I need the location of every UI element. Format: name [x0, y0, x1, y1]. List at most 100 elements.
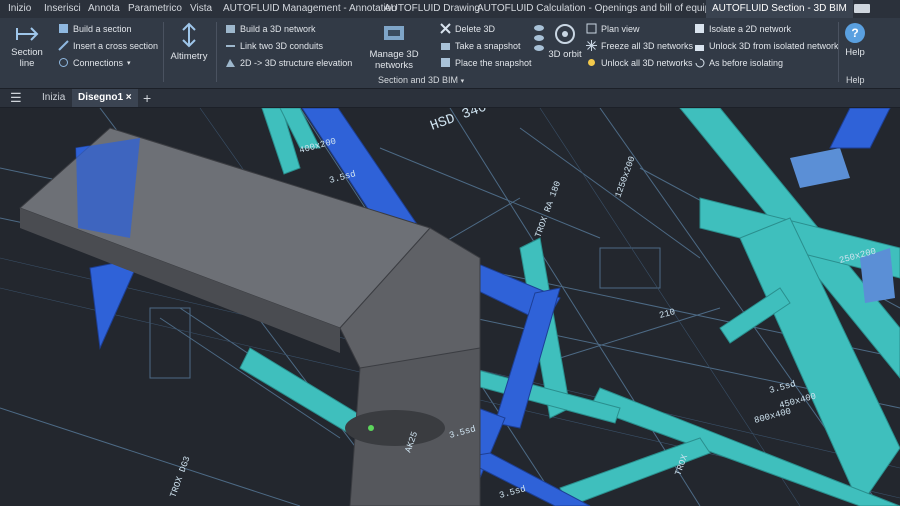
unlock-from-isolated-label: Unlock 3D from isolated network [709, 40, 839, 51]
delete-3d-label: Delete 3D [455, 23, 496, 34]
structure-elevation-button[interactable]: 2D -> 3D structure elevation [225, 57, 352, 68]
menu-tab-calculation[interactable]: AUTOFLUID Calculation - Openings and bil… [477, 0, 738, 18]
menu-tab-drawing[interactable]: AUTOFLUID Drawing [384, 0, 480, 18]
manage-3d-networks-button[interactable]: Manage 3D networks [352, 22, 436, 71]
help-label: Help [845, 47, 865, 58]
cross-section-icon [58, 40, 69, 51]
workspace-switch-icon[interactable] [854, 4, 870, 13]
menu-tab-annota[interactable]: Annota [88, 0, 120, 18]
connections-icon [59, 58, 68, 67]
label-number-210: 210 [658, 307, 676, 321]
insert-cross-section-button[interactable]: Insert a cross section [58, 40, 158, 51]
group-label-help: Help [846, 75, 865, 85]
delete-3d-button[interactable]: Delete 3D [440, 23, 495, 34]
section-line-button[interactable]: Section line [4, 24, 50, 69]
layers-icon [534, 25, 544, 51]
connections-label: Connections [73, 57, 124, 68]
unlock-all-label: Unlock all 3D networks [601, 57, 693, 68]
structure-elevation-label: 2D -> 3D structure elevation [240, 57, 353, 68]
ribbon-panel: Section line Build a section Insert a cr… [0, 18, 900, 89]
drawing-svg: HSD 340 3.5sd 3.5sd 3.5sd 3.5sd 210 250x… [0, 108, 900, 506]
insert-cross-section-label: Insert a cross section [73, 40, 159, 51]
snowflake-icon [586, 40, 597, 51]
isolate-icon [695, 24, 704, 33]
build-section-icon [59, 24, 68, 33]
menu-tab-inserisci[interactable]: Inserisci [44, 0, 81, 18]
unlock-from-isolated-button[interactable]: Unlock 3D from isolated network [694, 40, 839, 51]
altimetry-label: Altimetry [170, 51, 208, 62]
label-trox-ra: TROX RA 180 [533, 180, 563, 239]
as-before-isolating-button[interactable]: As before isolating [694, 57, 783, 68]
menu-tab-section-bim[interactable]: AUTOFLUID Section - 3D BIM [706, 0, 853, 18]
restore-icon [695, 58, 705, 68]
label-dim-800x400: 800x400 [753, 406, 792, 425]
ribbon-separator [838, 22, 839, 82]
section-line-label: Section line [11, 47, 43, 69]
chevron-down-icon: ▾ [127, 59, 131, 67]
label-ssd-4: 3.5sd [498, 484, 527, 501]
3d-orbit-button[interactable]: 3D orbit [548, 22, 582, 60]
ribbon-separator [216, 22, 217, 82]
unlock-all-button[interactable]: Unlock all 3D networks [586, 57, 693, 68]
build-3d-network-label: Build a 3D network [240, 23, 316, 34]
plan-view-icon [586, 23, 597, 34]
sun-icon [588, 59, 595, 66]
add-tab-button[interactable]: + [143, 89, 151, 107]
link-3d-conduits-label: Link two 3D conduits [240, 40, 324, 51]
help-icon: ? [845, 23, 865, 43]
menu-tab-vista[interactable]: Vista [190, 0, 212, 18]
link-3d-conduits-button[interactable]: Link two 3D conduits [225, 40, 323, 51]
plan-view-label: Plan view [601, 23, 640, 34]
unlock-icon [695, 45, 704, 51]
3d-orbit-label: 3D orbit [548, 49, 582, 60]
label-dim-1250x200: 1250x200 [613, 155, 637, 199]
menu-tab-inizio[interactable]: Inizio [8, 0, 31, 18]
label-hsd: HSD 340 [428, 108, 489, 135]
doc-tab-active-label: Disegno1 [78, 92, 124, 103]
label-ssd-3: 3.5sd [768, 379, 797, 396]
ribbon-separator [163, 22, 164, 82]
group-label-section-bim[interactable]: Section and 3D BIM ▾ [378, 75, 464, 85]
doc-tab-active[interactable]: Disegno1 × [72, 89, 138, 107]
build-section-label: Build a section [73, 23, 132, 34]
menu-bar: Inizio Inserisci Annota Parametrico Vist… [0, 0, 900, 19]
help-button[interactable]: ? Help [842, 22, 868, 58]
build-3d-network-button[interactable]: Build a 3D network [225, 23, 316, 34]
plan-view-button[interactable]: Plan view [586, 23, 640, 34]
take-snapshot-button[interactable]: Take a snapshot [440, 40, 521, 51]
isolate-2d-button[interactable]: Isolate a 2D network [694, 23, 791, 34]
take-snapshot-label: Take a snapshot [455, 40, 521, 51]
close-icon[interactable]: × [126, 92, 132, 103]
place-icon [441, 58, 450, 67]
document-tabs: ☰ Inizia Disegno1 × + [0, 89, 900, 108]
layers-button[interactable] [532, 22, 546, 65]
group-section-bim-text: Section and 3D BIM [378, 75, 459, 85]
networks-icon [384, 26, 404, 40]
delete-icon [440, 23, 451, 34]
freeze-all-button[interactable]: Freeze all 3D networks [586, 40, 693, 51]
as-before-isolating-label: As before isolating [709, 57, 784, 68]
altimetry-icon [182, 22, 196, 48]
build-section-button[interactable]: Build a section [58, 23, 132, 34]
doc-tab-home[interactable]: Inizia [42, 89, 65, 107]
freeze-all-label: Freeze all 3D networks [601, 40, 694, 51]
menu-tab-management[interactable]: AUTOFLUID Management - Annotation [223, 0, 397, 18]
place-snapshot-label: Place the snapshot [455, 57, 532, 68]
chevron-down-icon: ▾ [460, 78, 465, 85]
connections-dropdown[interactable]: Connections ▾ [58, 57, 131, 68]
drawing-canvas[interactable]: HSD 340 3.5sd 3.5sd 3.5sd 3.5sd 210 250x… [0, 108, 900, 506]
orbit-icon [555, 24, 575, 44]
svg-text:?: ? [851, 26, 858, 40]
link-icon [226, 45, 235, 47]
label-trox-dg3: TROX DG3 [168, 455, 192, 499]
camera-icon [441, 43, 450, 50]
place-snapshot-button[interactable]: Place the snapshot [440, 57, 532, 68]
menu-tab-parametrico[interactable]: Parametrico [128, 0, 182, 18]
altimetry-button[interactable]: Altimetry [167, 22, 211, 62]
isolate-2d-label: Isolate a 2D network [709, 23, 792, 34]
elevation-icon [226, 59, 235, 67]
cube-icon [226, 25, 235, 33]
hamburger-menu-icon[interactable]: ☰ [10, 89, 22, 107]
section-line-icon [16, 27, 39, 41]
manage-3d-networks-label: Manage 3D networks [369, 49, 419, 71]
